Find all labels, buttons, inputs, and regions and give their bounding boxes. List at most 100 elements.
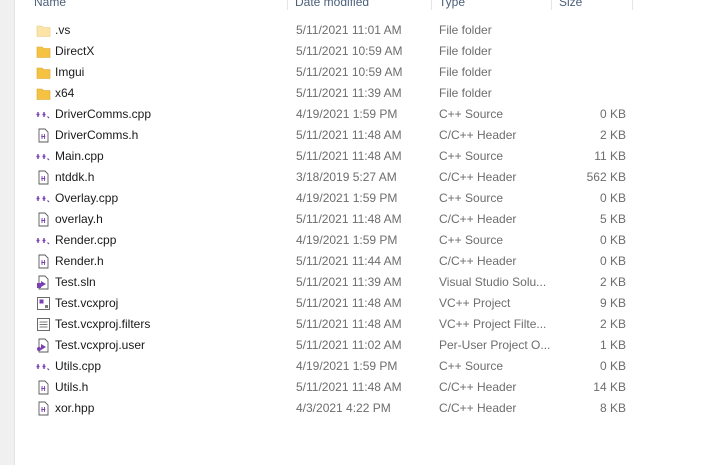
file-row[interactable]: Imgui 5/11/2021 10:59 AM File folder: [14, 62, 634, 83]
file-size: 8 KB: [599, 401, 626, 415]
header-file-icon: [36, 380, 51, 395]
file-type: VC++ Project: [439, 296, 511, 310]
file-date-modified: 5/11/2021 10:59 AM: [296, 65, 403, 79]
file-date-modified: 5/11/2021 11:48 AM: [296, 128, 402, 142]
file-date-modified: 5/11/2021 11:48 AM: [296, 149, 402, 163]
file-size: [554, 41, 626, 62]
file-size: 2 KB: [599, 128, 626, 142]
file-name: Test.vcxproj.user: [55, 338, 146, 352]
solution-file-icon: [36, 275, 51, 290]
file-date-modified: 3/18/2019 5:27 AM: [296, 170, 397, 184]
column-divider[interactable]: [287, 0, 288, 10]
file-size: 562 KB: [586, 170, 626, 184]
file-date-modified: 5/11/2021 11:39 AM: [296, 275, 402, 289]
file-row[interactable]: DriverComms.h 5/11/2021 11:48 AM C/C++ Hea…: [14, 125, 634, 146]
file-size: 0 KB: [599, 233, 626, 247]
file-size: 0 KB: [599, 359, 626, 373]
file-row[interactable]: Test.vcxproj 5/11/2021 11:48 AM VC++ Proje…: [14, 293, 634, 314]
column-divider[interactable]: [431, 0, 432, 10]
file-date-modified: 5/11/2021 11:48 AM: [296, 317, 402, 331]
header-file-icon: [36, 128, 51, 143]
file-date-modified: 4/19/2021 1:59 PM: [296, 359, 398, 373]
header-file-icon: [36, 212, 51, 227]
file-type: C/C++ Header: [439, 254, 517, 268]
file-type: File folder: [439, 86, 492, 100]
column-header-type[interactable]: Type: [439, 0, 465, 10]
file-row[interactable]: Utils.cpp 4/19/2021 1:59 PM C++ Source 0 KB: [14, 356, 634, 377]
navigation-pane-edge: [0, 0, 15, 465]
file-size: 2 KB: [599, 275, 626, 289]
header-file-icon: [36, 170, 51, 185]
file-row[interactable]: Test.vcxproj.filters 5/11/2021 11:48 AM VC…: [14, 314, 634, 335]
column-divider[interactable]: [551, 0, 552, 10]
file-row[interactable]: Main.cpp 5/11/2021 11:48 AM C++ Source 11 K…: [14, 146, 634, 167]
file-row[interactable]: xor.hpp 4/3/2021 4:22 PM C/C++ Header 8 KB: [14, 398, 634, 419]
column-header-name[interactable]: Name: [34, 0, 66, 10]
file-size: 14 KB: [593, 380, 626, 394]
file-size: 5 KB: [599, 212, 626, 226]
file-date-modified: 4/19/2021 1:59 PM: [296, 233, 398, 247]
cpp-file-icon: [36, 233, 51, 248]
file-size: 2 KB: [599, 317, 626, 331]
column-header-date[interactable]: Date modified: [295, 0, 369, 10]
file-name: Overlay.cpp: [55, 191, 119, 205]
file-date-modified: 4/19/2021 1:59 PM: [296, 191, 398, 205]
file-name: ntddk.h: [55, 170, 95, 184]
file-name: DirectX: [55, 44, 95, 58]
column-header-size[interactable]: Size: [559, 0, 582, 10]
file-name: Test.sln: [55, 275, 96, 289]
file-row[interactable]: DirectX 5/11/2021 10:59 AM File folder: [14, 41, 634, 62]
file-type: C/C++ Header: [439, 128, 517, 142]
file-date-modified: 5/11/2021 11:44 AM: [296, 254, 402, 268]
column-header-bar: Name Date modified Type Size: [14, 0, 720, 10]
file-row[interactable]: Test.sln 5/11/2021 11:39 AM Visual Studio …: [14, 272, 634, 293]
file-date-modified: 5/11/2021 11:48 AM: [296, 296, 402, 310]
file-type: C/C++ Header: [439, 401, 517, 415]
file-name: x64: [55, 86, 75, 100]
file-name: DriverComms.h: [55, 128, 139, 142]
file-row[interactable]: Test.vcxproj.user 5/11/2021 11:02 AM Per-U…: [14, 335, 634, 356]
file-row[interactable]: .vs 5/11/2021 11:01 AM File folder: [14, 20, 634, 41]
cpp-file-icon: [36, 107, 51, 122]
file-name: Imgui: [55, 65, 85, 79]
file-size: [554, 83, 626, 104]
file-type: File folder: [439, 65, 492, 79]
project-file-icon: [36, 296, 51, 311]
file-type: C++ Source: [439, 233, 504, 247]
folder-icon: [36, 65, 51, 80]
file-row[interactable]: ntddk.h 3/18/2019 5:27 AM C/C++ Header 562 …: [14, 167, 634, 188]
file-name: Utils.h: [55, 380, 89, 394]
file-size: 1 KB: [599, 338, 626, 352]
file-type: C++ Source: [439, 149, 504, 163]
file-row[interactable]: DriverComms.cpp 4/19/2021 1:59 PM C++ Sour…: [14, 104, 634, 125]
file-type: VC++ Project Filte...: [439, 317, 547, 331]
file-type: C/C++ Header: [439, 380, 517, 394]
file-row[interactable]: Overlay.cpp 4/19/2021 1:59 PM C++ Source 0 …: [14, 188, 634, 209]
file-date-modified: 5/11/2021 11:39 AM: [296, 86, 402, 100]
file-size: 9 KB: [599, 296, 626, 310]
file-name: overlay.h: [55, 212, 103, 226]
file-type: C/C++ Header: [439, 170, 517, 184]
file-size: 11 KB: [594, 149, 626, 163]
cpp-file-icon: [36, 191, 51, 206]
folder-icon: [36, 86, 51, 101]
file-size: 0 KB: [599, 191, 626, 205]
header-file-icon: [36, 401, 51, 416]
user-project-file-icon: [36, 338, 51, 353]
file-date-modified: 4/3/2021 4:22 PM: [296, 401, 391, 415]
file-row[interactable]: Render.h 5/11/2021 11:44 AM C/C++ Header 0 …: [14, 251, 634, 272]
filters-file-icon: [36, 317, 51, 332]
file-name: xor.hpp: [55, 401, 95, 415]
header-file-icon: [36, 254, 51, 269]
file-row[interactable]: x64 5/11/2021 11:39 AM File folder: [14, 83, 634, 104]
file-row[interactable]: Utils.h 5/11/2021 11:48 AM C/C++ Header 14 …: [14, 377, 634, 398]
file-name: Test.vcxproj.filters: [55, 317, 151, 331]
file-type: C++ Source: [439, 191, 504, 205]
file-size: [554, 62, 626, 83]
file-row[interactable]: Render.cpp 4/19/2021 1:59 PM C++ Source 0 K…: [14, 230, 634, 251]
file-row[interactable]: overlay.h 5/11/2021 11:48 AM C/C++ Header 5…: [14, 209, 634, 230]
column-divider[interactable]: [632, 0, 633, 10]
file-name: Test.vcxproj: [55, 296, 119, 310]
cpp-file-icon: [36, 149, 51, 164]
file-type: C/C++ Header: [439, 212, 517, 226]
